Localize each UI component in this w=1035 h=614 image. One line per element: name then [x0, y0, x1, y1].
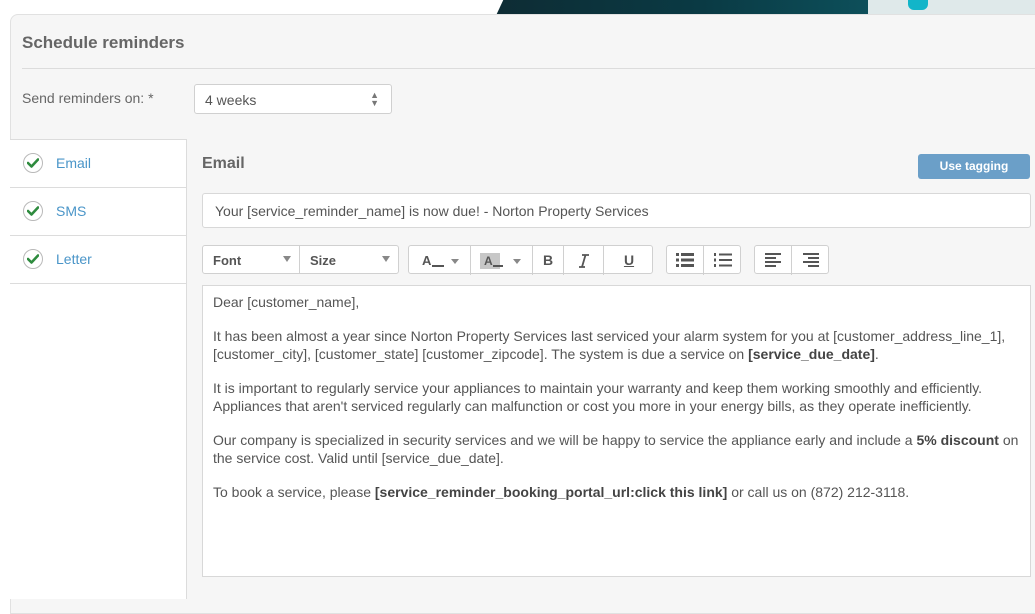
send-reminders-select[interactable]: 4 weeks ▲ ▼	[194, 84, 392, 114]
body-text: or call us on (872) 212-3118.	[727, 484, 910, 500]
sidebar-item-label: SMS	[56, 203, 87, 219]
highlight-color-icon: A	[479, 253, 521, 269]
font-dropdown[interactable]: Font	[202, 245, 300, 274]
align-right-button[interactable]	[792, 246, 830, 275]
background-banner-light	[868, 0, 1035, 14]
body-paragraph: To book a service, please [service_remin…	[213, 483, 1020, 501]
channel-sidebar: Email SMS Letter	[10, 139, 187, 599]
sidebar-item-letter[interactable]: Letter	[10, 236, 186, 284]
body-bold-tag: [service_due_date]	[748, 346, 875, 362]
text-color-icon: A	[422, 253, 459, 268]
underline-button[interactable]: U	[604, 246, 654, 275]
send-reminders-label: Send reminders on: *	[22, 90, 154, 106]
send-reminders-value: 4 weeks	[205, 92, 257, 108]
sidebar-item-label: Email	[56, 155, 92, 171]
select-arrows-icon: ▲ ▼	[370, 90, 379, 108]
chevron-down-icon	[382, 256, 390, 262]
body-paragraph: It has been almost a year since Norton P…	[213, 327, 1020, 363]
editor-heading: Email	[202, 155, 245, 172]
body-text: Our company is specialized in security s…	[213, 432, 917, 448]
check-icon	[23, 249, 43, 269]
body-paragraph: It is important to regularly service you…	[213, 380, 983, 414]
bulleted-list-icon	[676, 253, 694, 267]
page-title: Schedule reminders	[22, 33, 185, 52]
body-text: To book a service, please	[213, 484, 375, 500]
font-dropdown-label: Font	[213, 253, 242, 268]
numbered-list-icon	[714, 253, 732, 267]
numbered-list-button[interactable]	[704, 246, 742, 275]
highlight-color-button[interactable]: A	[471, 246, 533, 275]
sidebar-item-email[interactable]: Email	[10, 140, 186, 188]
sidebar-item-sms[interactable]: SMS	[10, 188, 186, 236]
italic-icon	[578, 254, 589, 268]
body-bold-discount: 5% discount	[916, 432, 999, 448]
svg-text:A: A	[422, 253, 432, 268]
size-dropdown-label: Size	[310, 253, 337, 268]
bold-button[interactable]: B	[533, 246, 564, 275]
align-right-icon	[803, 253, 819, 267]
body-greeting: Dear [customer_name],	[213, 294, 360, 310]
check-icon	[23, 153, 43, 173]
body-bold-link-tag: [service_reminder_booking_portal_url:cli…	[374, 484, 728, 500]
chevron-down-icon	[283, 256, 291, 262]
subject-input[interactable]: Your [service_reminder_name] is now due!…	[202, 193, 1031, 228]
divider	[22, 68, 1035, 69]
size-dropdown[interactable]: Size	[299, 245, 399, 274]
align-group	[754, 245, 830, 275]
list-group	[666, 245, 742, 275]
format-group: A A B U	[408, 245, 654, 275]
body-paragraph: Our company is specialized in security s…	[213, 431, 1020, 467]
align-left-icon	[765, 253, 781, 267]
use-tagging-button[interactable]: Use tagging	[918, 154, 1030, 179]
body-text: .	[874, 346, 879, 362]
text-color-button[interactable]: A	[409, 246, 471, 275]
check-icon	[23, 201, 43, 221]
sidebar-item-label: Letter	[56, 251, 92, 267]
body-text: It has been almost a year since Norton P…	[213, 328, 1006, 362]
svg-text:A: A	[484, 254, 493, 268]
bulleted-list-button[interactable]	[667, 246, 704, 275]
italic-button[interactable]	[564, 246, 604, 275]
align-left-button[interactable]	[755, 246, 792, 275]
email-body-editor[interactable]: Dear [customer_name], It has been almost…	[202, 285, 1031, 577]
